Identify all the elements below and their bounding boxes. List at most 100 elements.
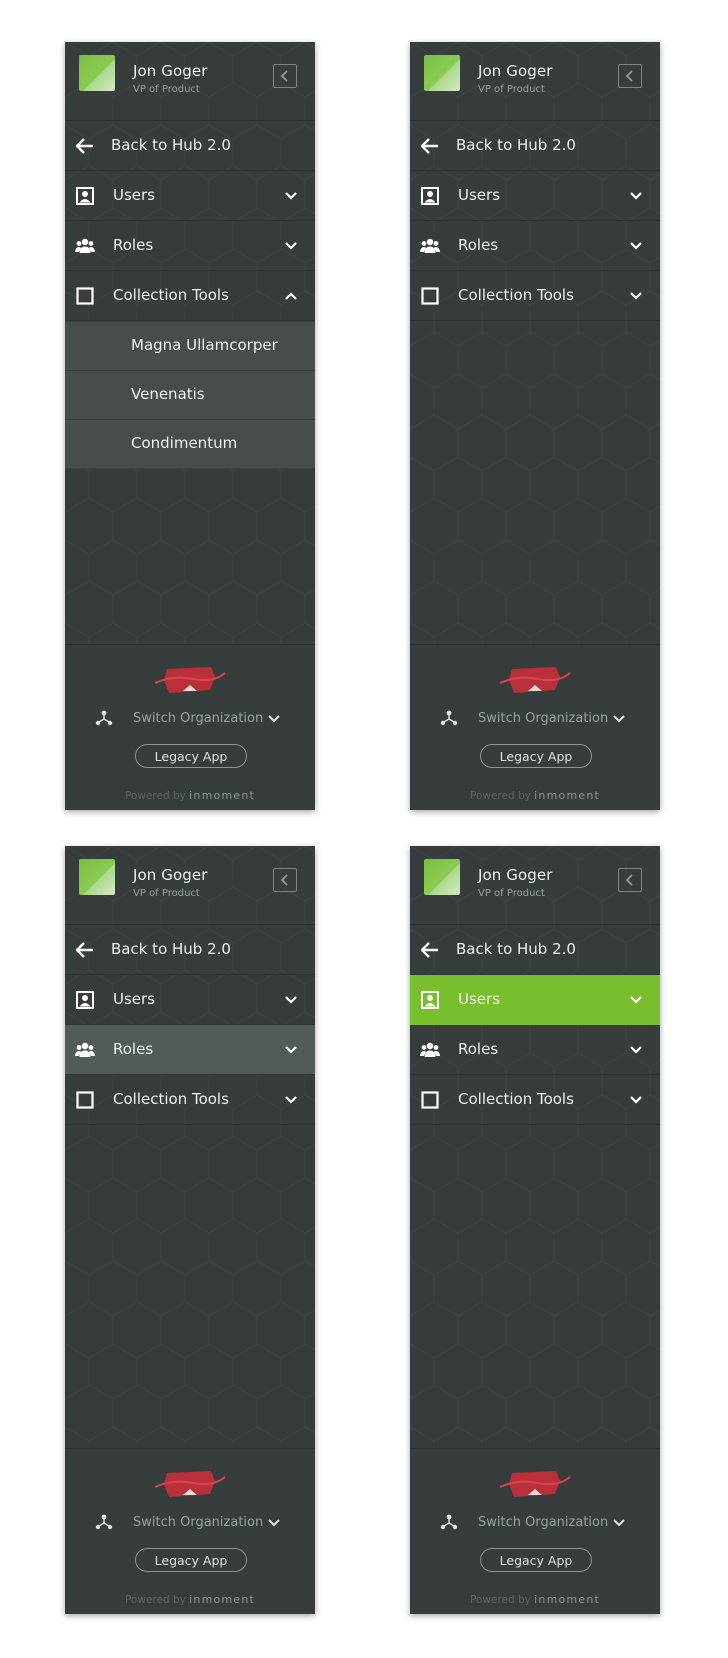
submenu-item[interactable]: Venenatis — [65, 371, 315, 420]
profile-header: Jon Goger VP of Product — [410, 846, 660, 925]
collapse-sidebar-button[interactable] — [273, 64, 297, 88]
collapse-sidebar-button[interactable] — [618, 868, 642, 892]
sidebar-footer: Switch Organization Legacy App Powered b… — [410, 644, 660, 810]
chevron-down-icon — [285, 1096, 297, 1104]
chevron-down-icon — [630, 996, 642, 1004]
user-portrait-icon — [420, 990, 440, 1010]
back-to-hub-link[interactable]: Back to Hub 2.0 — [410, 121, 660, 171]
sidebar-item-label: Users — [113, 186, 156, 204]
network-icon — [440, 710, 458, 726]
square-outline-icon — [420, 286, 440, 306]
profile-header: Jon Goger VP of Product — [410, 42, 660, 121]
submenu-item[interactable]: Condimentum — [65, 420, 315, 469]
switch-organization-label[interactable]: Switch Organization — [478, 1515, 608, 1530]
sidebar-item-users[interactable]: Users — [410, 171, 660, 221]
back-label: Back to Hub 2.0 — [111, 940, 231, 958]
powered-by: Powered by inmoment — [410, 789, 660, 802]
sidebar-item-label: Roles — [113, 236, 154, 254]
chevron-down-icon — [630, 1096, 642, 1104]
back-label: Back to Hub 2.0 — [456, 136, 576, 154]
submenu-item-label: Venenatis — [131, 385, 205, 403]
network-icon — [95, 710, 113, 726]
sidebar-item-collection-tools[interactable]: Collection Tools — [410, 1075, 660, 1125]
sidebar-item-label: Collection Tools — [113, 1090, 229, 1108]
sidebar-footer: Switch Organization Legacy App Powered b… — [65, 1448, 315, 1614]
sidebar-item-collection-tools[interactable]: Collection Tools — [410, 271, 660, 321]
legacy-app-button[interactable]: Legacy App — [480, 1548, 592, 1572]
inmoment-logo: inmoment — [534, 789, 601, 802]
user-name: Jon Goger — [133, 62, 208, 80]
sidebar-panel-roles-hover: Jon Goger VP of Product Back to Hub 2.0 … — [65, 846, 315, 1614]
legacy-app-button[interactable]: Legacy App — [135, 1548, 247, 1572]
back-to-hub-link[interactable]: Back to Hub 2.0 — [65, 121, 315, 171]
back-to-hub-link[interactable]: Back to Hub 2.0 — [410, 925, 660, 975]
sidebar-panel-users-active: Jon Goger VP of Product Back to Hub 2.0 … — [410, 846, 660, 1614]
chevron-down-icon — [285, 242, 297, 250]
sidebar-item-users[interactable]: Users — [65, 975, 315, 1025]
sidebar-item-roles[interactable]: Roles — [410, 1025, 660, 1075]
avatar[interactable] — [79, 859, 115, 895]
sidebar-panel-collapsed: Jon Goger VP of Product Back to Hub 2.0 … — [410, 42, 660, 810]
chevron-down-icon — [285, 1046, 297, 1054]
user-role: VP of Product — [478, 888, 545, 899]
back-to-hub-link[interactable]: Back to Hub 2.0 — [65, 925, 315, 975]
submenu-item-label: Magna Ullamcorper — [131, 336, 278, 354]
user-name: Jon Goger — [478, 866, 553, 884]
avatar[interactable] — [79, 55, 115, 91]
chevron-down-icon — [285, 996, 297, 1004]
switch-organization-label[interactable]: Switch Organization — [133, 1515, 263, 1530]
chevron-down-icon[interactable] — [267, 1516, 281, 1530]
legacy-app-button[interactable]: Legacy App — [480, 744, 592, 768]
chevron-down-icon[interactable] — [267, 712, 281, 726]
group-icon — [420, 236, 440, 256]
sidebar-item-label: Collection Tools — [113, 286, 229, 304]
collapse-sidebar-button[interactable] — [273, 868, 297, 892]
inmoment-logo: inmoment — [534, 1593, 601, 1606]
chevron-left-icon — [625, 874, 633, 886]
submenu-item[interactable]: Magna Ullamcorper — [65, 322, 315, 371]
square-outline-icon — [75, 1090, 95, 1110]
chevron-down-icon[interactable] — [612, 1516, 626, 1530]
sidebar-item-label: Roles — [458, 236, 499, 254]
inmoment-logo: inmoment — [189, 789, 256, 802]
user-portrait-icon — [420, 186, 440, 206]
switch-organization-label[interactable]: Switch Organization — [133, 711, 263, 726]
sidebar-item-users[interactable]: Users — [65, 171, 315, 221]
back-label: Back to Hub 2.0 — [111, 136, 231, 154]
avatar[interactable] — [424, 55, 460, 91]
arrow-left-icon — [420, 136, 440, 156]
sidebar-item-users[interactable]: Users — [410, 975, 660, 1025]
powered-by-text: Powered by — [124, 790, 186, 802]
chevron-down-icon — [630, 242, 642, 250]
user-name: Jon Goger — [133, 866, 208, 884]
avatar[interactable] — [424, 859, 460, 895]
life-unboxed-logo — [154, 1471, 226, 1497]
powered-by-text: Powered by — [469, 790, 531, 802]
sidebar-item-roles[interactable]: Roles — [65, 1025, 315, 1075]
arrow-left-icon — [75, 136, 95, 156]
sidebar-item-label: Roles — [458, 1040, 499, 1058]
powered-by-text: Powered by — [124, 1594, 186, 1606]
collapse-sidebar-button[interactable] — [618, 64, 642, 88]
chevron-left-icon — [280, 874, 288, 886]
profile-header: Jon Goger VP of Product — [65, 42, 315, 121]
user-role: VP of Product — [133, 84, 200, 95]
chevron-left-icon — [625, 70, 633, 82]
chevron-down-icon — [630, 292, 642, 300]
sidebar-item-collection-tools[interactable]: Collection Tools — [65, 271, 315, 321]
legacy-app-button[interactable]: Legacy App — [135, 744, 247, 768]
group-icon — [420, 1040, 440, 1060]
submenu-item-label: Condimentum — [131, 434, 238, 452]
sidebar-item-collection-tools[interactable]: Collection Tools — [65, 1075, 315, 1125]
network-icon — [95, 1514, 113, 1530]
user-portrait-icon — [75, 990, 95, 1010]
chevron-down-icon — [630, 192, 642, 200]
sidebar-item-roles[interactable]: Roles — [410, 221, 660, 271]
powered-by: Powered by inmoment — [65, 789, 315, 802]
sidebar-item-roles[interactable]: Roles — [65, 221, 315, 271]
switch-organization-label[interactable]: Switch Organization — [478, 711, 608, 726]
group-icon — [75, 1040, 95, 1060]
sidebar-item-label: Roles — [113, 1040, 154, 1058]
sidebar-footer: Switch Organization Legacy App Powered b… — [410, 1448, 660, 1614]
chevron-down-icon[interactable] — [612, 712, 626, 726]
